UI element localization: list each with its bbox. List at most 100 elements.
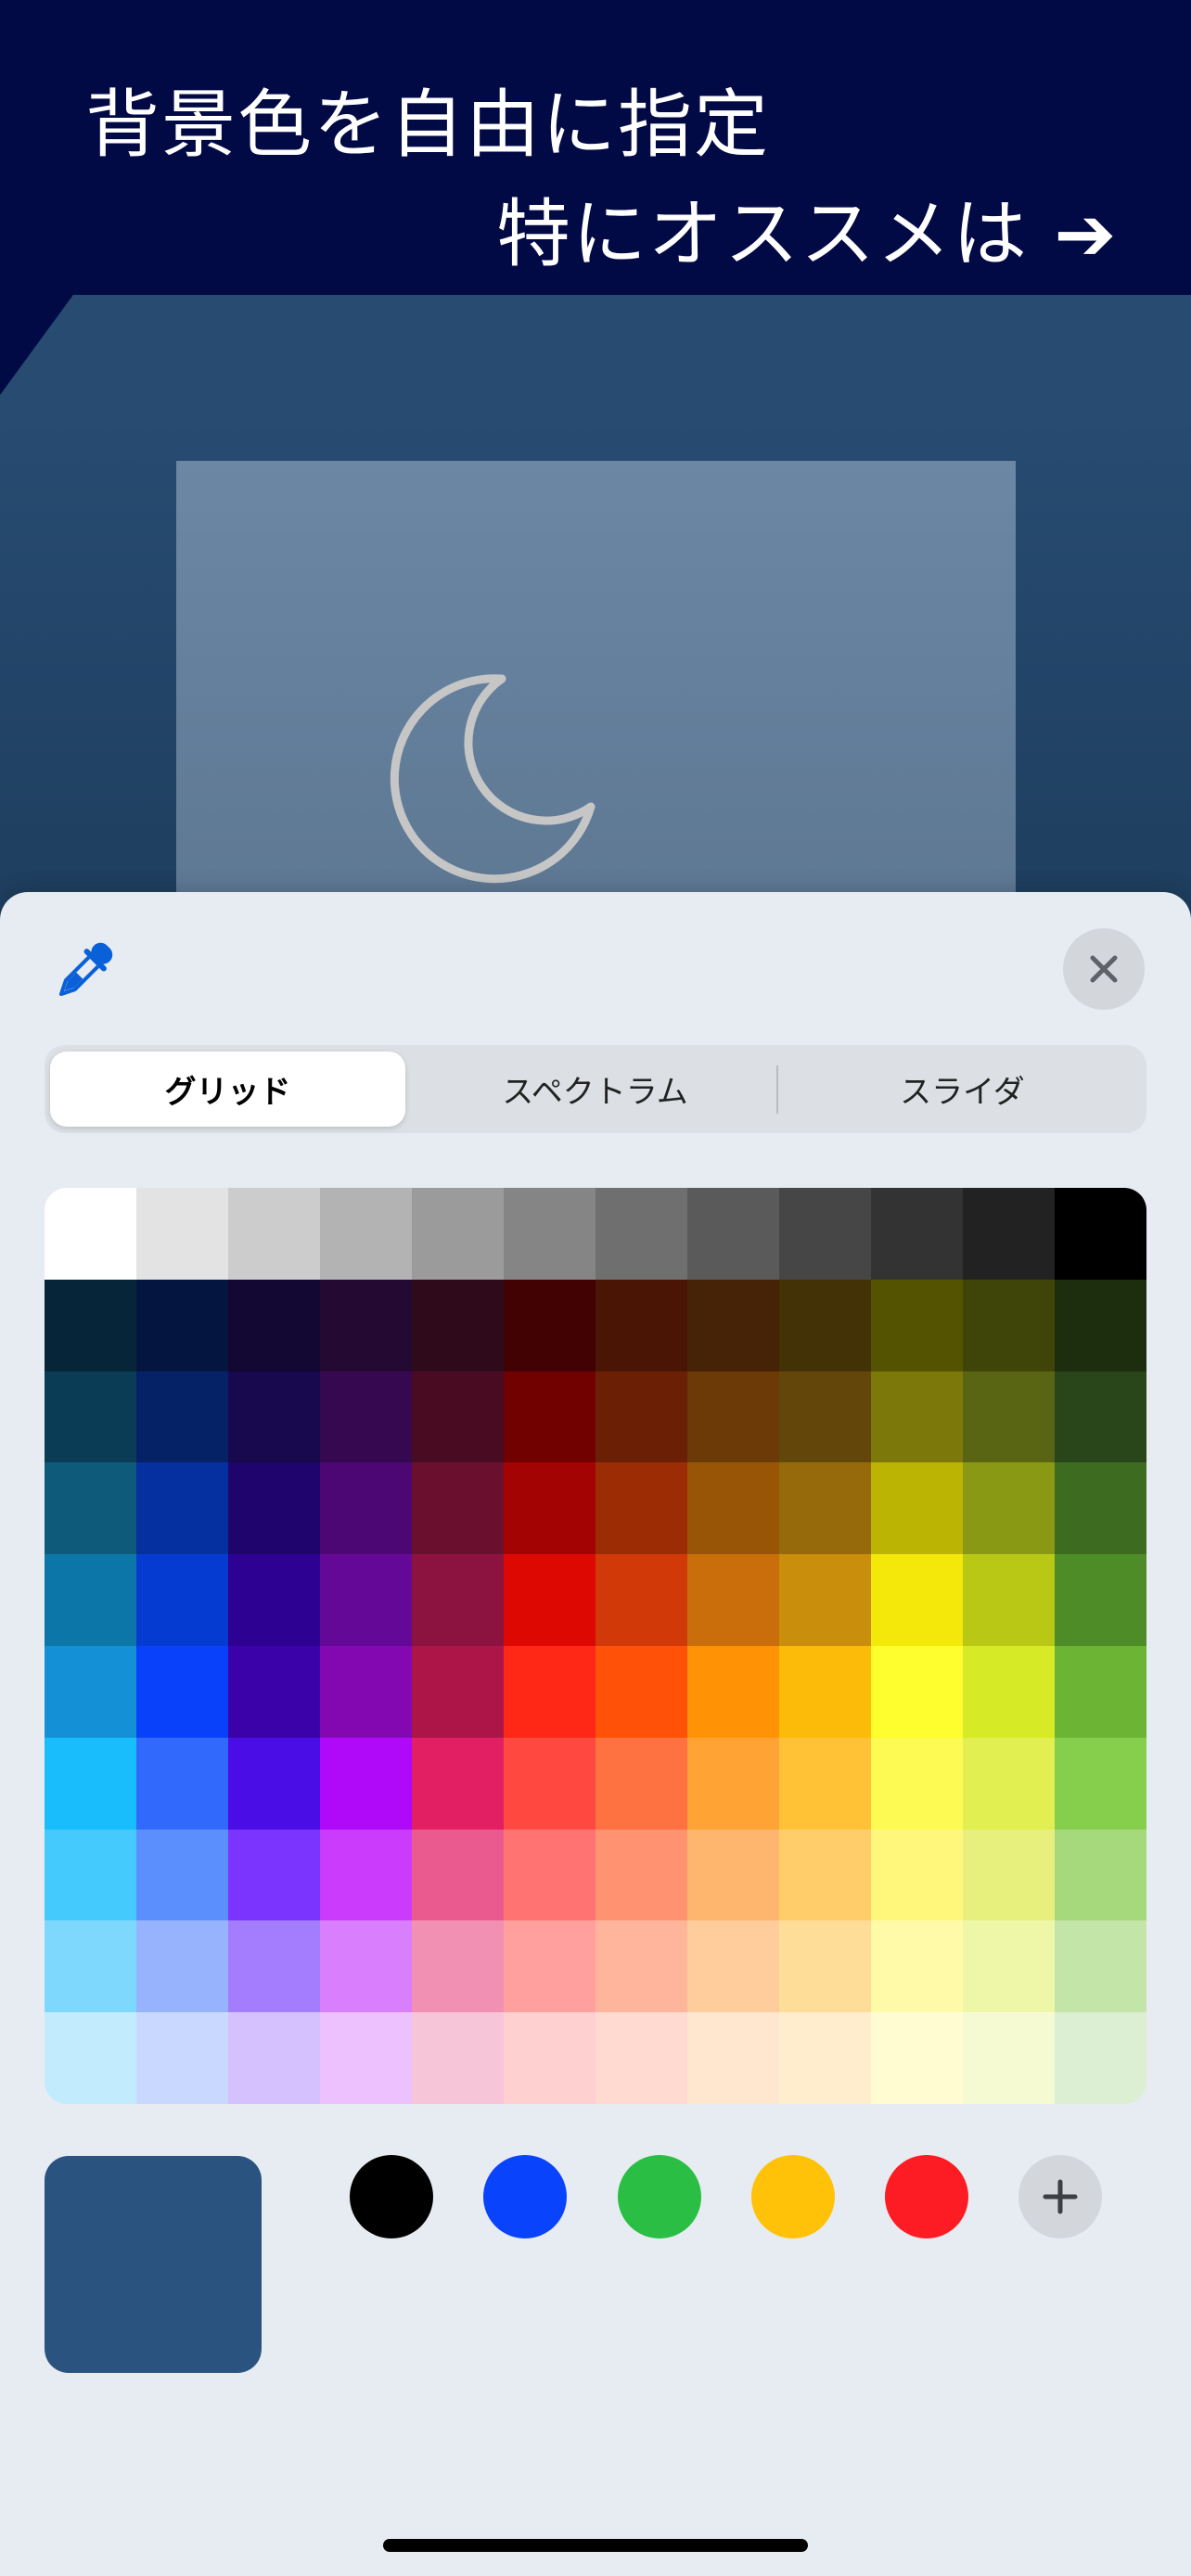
color-cell[interactable]: [1055, 1462, 1146, 1555]
color-cell[interactable]: [412, 1829, 504, 1921]
color-cell[interactable]: [228, 1371, 320, 1463]
color-cell[interactable]: [136, 1371, 228, 1463]
add-preset-button[interactable]: [1018, 2155, 1102, 2238]
color-cell[interactable]: [320, 1371, 412, 1463]
color-cell[interactable]: [963, 1920, 1055, 2013]
color-cell[interactable]: [596, 1829, 687, 1921]
color-cell[interactable]: [45, 1920, 136, 2013]
color-cell[interactable]: [596, 1371, 687, 1463]
color-cell[interactable]: [687, 1829, 779, 1921]
color-cell[interactable]: [504, 1279, 596, 1371]
color-cell[interactable]: [963, 1462, 1055, 1555]
color-cell[interactable]: [687, 1554, 779, 1646]
color-cell[interactable]: [871, 1737, 963, 1830]
color-cell[interactable]: [320, 1920, 412, 2013]
color-cell[interactable]: [45, 1554, 136, 1646]
color-cell[interactable]: [871, 1371, 963, 1463]
color-cell[interactable]: [45, 1279, 136, 1371]
color-cell[interactable]: [1055, 1188, 1146, 1280]
color-cell[interactable]: [45, 1188, 136, 1280]
color-cell[interactable]: [228, 2012, 320, 2104]
color-cell[interactable]: [1055, 1920, 1146, 2013]
color-cell[interactable]: [504, 1371, 596, 1463]
color-cell[interactable]: [687, 2012, 779, 2104]
tab-spectrum[interactable]: スペクトラム: [417, 1052, 773, 1127]
color-cell[interactable]: [136, 1188, 228, 1280]
tab-sliders[interactable]: スライダ: [785, 1052, 1140, 1127]
color-cell[interactable]: [687, 1462, 779, 1555]
color-cell[interactable]: [687, 1920, 779, 2013]
preset-red[interactable]: [885, 2155, 968, 2238]
color-cell[interactable]: [504, 1829, 596, 1921]
preset-yellow[interactable]: [751, 2155, 835, 2238]
color-cell[interactable]: [963, 1554, 1055, 1646]
color-cell[interactable]: [596, 1188, 687, 1280]
close-button[interactable]: [1063, 928, 1145, 1010]
color-cell[interactable]: [228, 1646, 320, 1738]
eyedropper-icon[interactable]: [48, 937, 119, 1007]
color-cell[interactable]: [320, 2012, 412, 2104]
color-cell[interactable]: [779, 1188, 871, 1280]
color-cell[interactable]: [504, 1920, 596, 2013]
color-cell[interactable]: [596, 2012, 687, 2104]
color-cell[interactable]: [871, 1920, 963, 2013]
color-cell[interactable]: [871, 1188, 963, 1280]
color-cell[interactable]: [779, 1554, 871, 1646]
color-cell[interactable]: [779, 2012, 871, 2104]
color-cell[interactable]: [504, 1646, 596, 1738]
color-cell[interactable]: [136, 1920, 228, 2013]
color-cell[interactable]: [45, 2012, 136, 2104]
color-cell[interactable]: [412, 1188, 504, 1280]
color-cell[interactable]: [687, 1188, 779, 1280]
color-cell[interactable]: [596, 1462, 687, 1555]
color-cell[interactable]: [320, 1554, 412, 1646]
color-cell[interactable]: [963, 1737, 1055, 1830]
color-cell[interactable]: [45, 1829, 136, 1921]
preset-green[interactable]: [618, 2155, 701, 2238]
color-cell[interactable]: [136, 1554, 228, 1646]
color-cell[interactable]: [504, 1737, 596, 1830]
color-cell[interactable]: [779, 1737, 871, 1830]
color-cell[interactable]: [779, 1279, 871, 1371]
color-cell[interactable]: [136, 1737, 228, 1830]
color-cell[interactable]: [228, 1829, 320, 1921]
color-cell[interactable]: [45, 1737, 136, 1830]
color-cell[interactable]: [412, 1554, 504, 1646]
preset-blue[interactable]: [483, 2155, 567, 2238]
color-cell[interactable]: [687, 1737, 779, 1830]
color-cell[interactable]: [871, 1829, 963, 1921]
color-cell[interactable]: [228, 1554, 320, 1646]
color-cell[interactable]: [1055, 2012, 1146, 2104]
color-cell[interactable]: [320, 1279, 412, 1371]
color-cell[interactable]: [320, 1737, 412, 1830]
color-cell[interactable]: [504, 2012, 596, 2104]
color-cell[interactable]: [871, 1554, 963, 1646]
color-cell[interactable]: [320, 1462, 412, 1555]
color-cell[interactable]: [687, 1371, 779, 1463]
color-cell[interactable]: [1055, 1737, 1146, 1830]
color-cell[interactable]: [45, 1371, 136, 1463]
color-cell[interactable]: [963, 1371, 1055, 1463]
color-cell[interactable]: [412, 1646, 504, 1738]
color-cell[interactable]: [136, 1462, 228, 1555]
color-cell[interactable]: [779, 1371, 871, 1463]
color-cell[interactable]: [320, 1829, 412, 1921]
color-cell[interactable]: [779, 1829, 871, 1921]
color-cell[interactable]: [871, 2012, 963, 2104]
color-cell[interactable]: [45, 1646, 136, 1738]
color-cell[interactable]: [412, 1371, 504, 1463]
color-cell[interactable]: [136, 1829, 228, 1921]
color-cell[interactable]: [1055, 1371, 1146, 1463]
color-cell[interactable]: [963, 1188, 1055, 1280]
preset-black[interactable]: [350, 2155, 433, 2238]
tab-grid[interactable]: グリッド: [50, 1052, 405, 1127]
color-cell[interactable]: [596, 1554, 687, 1646]
color-cell[interactable]: [871, 1279, 963, 1371]
color-cell[interactable]: [779, 1646, 871, 1738]
color-cell[interactable]: [596, 1646, 687, 1738]
color-cell[interactable]: [1055, 1646, 1146, 1738]
color-cell[interactable]: [412, 1920, 504, 2013]
color-cell[interactable]: [136, 1646, 228, 1738]
color-cell[interactable]: [963, 1279, 1055, 1371]
color-cell[interactable]: [871, 1462, 963, 1555]
